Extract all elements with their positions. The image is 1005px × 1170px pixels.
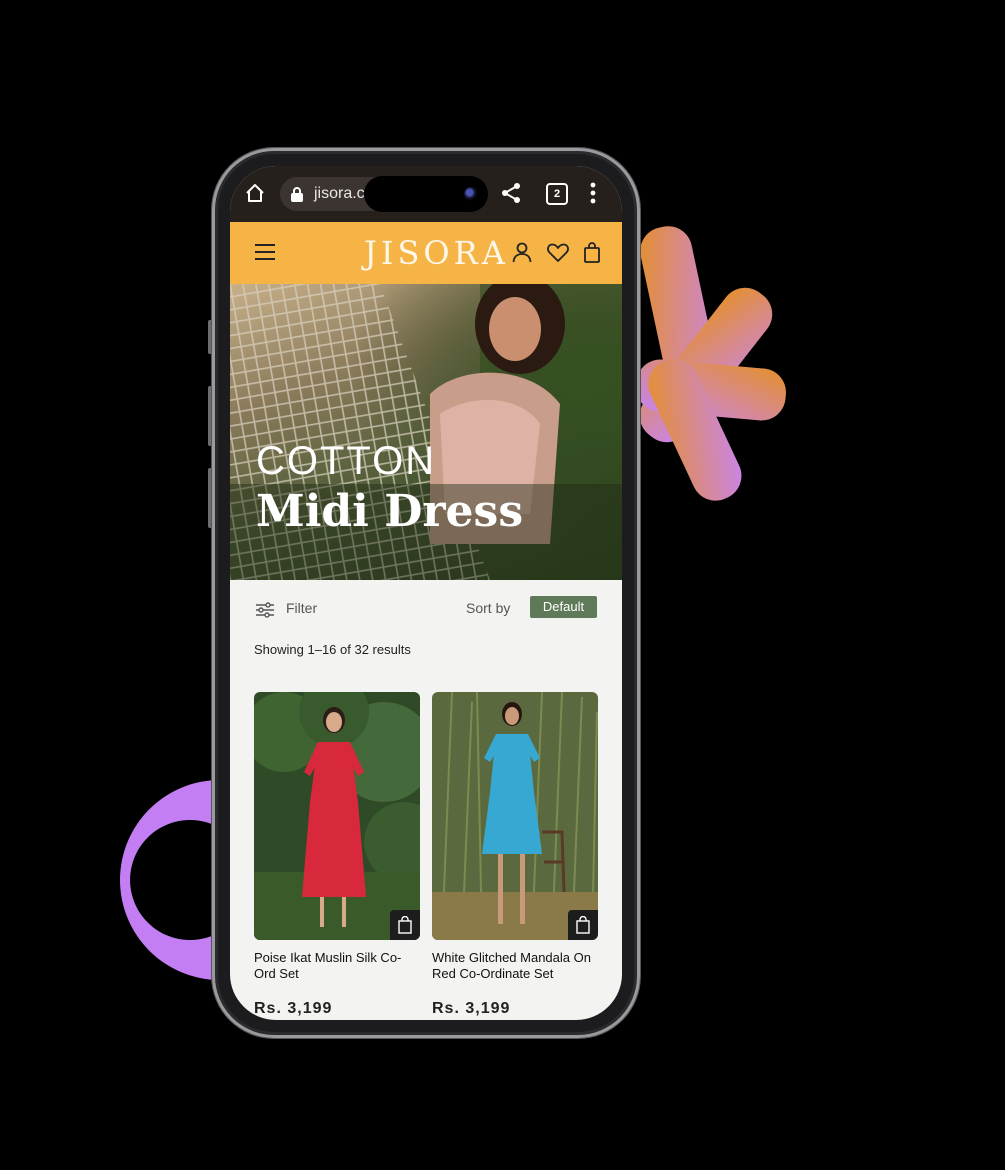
product-image[interactable] (432, 692, 598, 940)
hero-banner[interactable]: COTTON Midi Dress (230, 284, 622, 580)
shopping-bag-icon (398, 916, 412, 934)
listing-toolbar: Filter Sort by Default (230, 580, 622, 640)
menu-icon[interactable] (254, 242, 276, 262)
browser-toolbar: jisora.c 2 (230, 166, 622, 222)
add-to-cart-button[interactable] (568, 910, 598, 940)
tabs-icon[interactable]: 2 (546, 183, 568, 205)
account-icon[interactable] (510, 240, 534, 264)
shopping-bag-icon[interactable] (580, 240, 604, 264)
hero-title: Midi Dress (256, 486, 524, 537)
sort-label: Sort by (466, 600, 511, 616)
shopping-bag-icon (576, 916, 590, 934)
filter-button[interactable]: Filter (286, 600, 317, 616)
share-icon[interactable] (500, 182, 522, 204)
url-text: jisora.c (314, 185, 365, 202)
sort-select[interactable]: Default (530, 596, 597, 618)
wishlist-heart-icon[interactable] (546, 240, 570, 264)
hero-subtitle: COTTON (256, 439, 437, 483)
site-logo[interactable]: JISORA (364, 234, 509, 272)
results-count: Showing 1–16 of 32 results (254, 642, 411, 657)
phone-frame: jisora.c 2 JISORA COTTON Midi Dress Filt… (212, 148, 640, 1038)
product-image[interactable] (254, 692, 420, 940)
home-icon[interactable] (244, 182, 266, 204)
filter-sliders-icon[interactable] (256, 602, 274, 618)
phone-screen: jisora.c 2 JISORA COTTON Midi Dress Filt… (230, 166, 622, 1020)
product-name[interactable]: White Glitched Mandala On Red Co-Ordinat… (432, 950, 598, 982)
dynamic-island (364, 176, 488, 212)
product-name[interactable]: Poise Ikat Muslin Silk Co-Ord Set (254, 950, 420, 982)
more-vertical-icon[interactable] (590, 182, 596, 204)
front-camera (464, 187, 478, 201)
site-header: JISORA (230, 222, 622, 284)
lock-icon (291, 187, 303, 202)
product-price: Rs. 3,199 (254, 1000, 333, 1017)
add-to-cart-button[interactable] (390, 910, 420, 940)
product-price: Rs. 3,199 (432, 1000, 511, 1017)
